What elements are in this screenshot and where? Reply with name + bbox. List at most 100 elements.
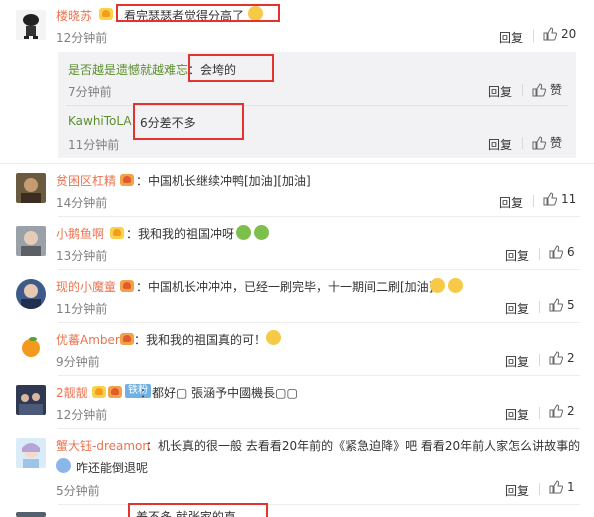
comment-time: 9分钟前	[56, 355, 100, 369]
thumbs-up-icon	[543, 192, 557, 206]
like-button[interactable]: 20	[543, 27, 576, 41]
thumbs-up-icon	[549, 298, 563, 312]
like-button[interactable]: 2	[549, 351, 575, 365]
comment-time: 14分钟前	[56, 196, 108, 210]
like-count: 2	[567, 351, 575, 365]
reply-button[interactable]: 回复	[505, 300, 529, 317]
avatar[interactable]	[16, 438, 46, 468]
action-separator	[539, 483, 540, 495]
thumbs-up-icon	[549, 404, 563, 418]
avatar[interactable]	[16, 10, 46, 40]
action-separator	[539, 354, 540, 366]
orange-fruit-icon	[16, 332, 46, 362]
comment-username[interactable]: 小鹅鱼啊	[56, 225, 104, 242]
like-button[interactable]: 11	[543, 192, 576, 206]
comment-text-partial: 差不多 就张家的直	[136, 510, 236, 517]
comment-time: 12分钟前	[56, 408, 108, 422]
action-separator	[533, 30, 534, 42]
action-separator	[539, 407, 540, 419]
thumbs-up-icon	[543, 27, 557, 41]
avatar-anime-icon	[16, 438, 46, 468]
avatar[interactable]	[16, 279, 46, 309]
like-button[interactable]: 1	[549, 480, 575, 494]
member-badge-icon	[120, 280, 134, 292]
like-button[interactable]: 赞	[532, 134, 562, 151]
reply-button[interactable]: 回复	[488, 136, 512, 153]
reply-button[interactable]: 回复	[505, 482, 529, 499]
thumbs-up-icon	[549, 351, 563, 365]
reply-button[interactable]: 回复	[499, 194, 523, 211]
emoji-icon	[236, 225, 251, 240]
avatar[interactable]	[16, 385, 46, 415]
avatar[interactable]	[16, 512, 46, 517]
avatar[interactable]	[16, 173, 46, 203]
victory-emoji-icon	[448, 278, 463, 293]
thumbs-up-icon	[532, 82, 546, 96]
like-button[interactable]: 6	[549, 245, 575, 259]
reply-button[interactable]: 回复	[505, 406, 529, 423]
avatar[interactable]	[16, 226, 46, 256]
avatar[interactable]	[16, 332, 46, 362]
comment-divider	[0, 163, 594, 164]
like-count: 2	[567, 404, 575, 418]
comment-username[interactable]: 贫困区杠精	[56, 172, 116, 189]
vip-badge-icon	[110, 227, 124, 239]
reply-button[interactable]: 回复	[499, 29, 523, 46]
victory-emoji-icon	[430, 278, 445, 293]
avatar-portrait-icon	[16, 279, 46, 309]
reply-button[interactable]: 回复	[505, 353, 529, 370]
comment-divider	[58, 216, 580, 217]
like-count: 1	[567, 480, 575, 494]
thumbs-up-icon	[549, 245, 563, 259]
action-separator	[539, 248, 540, 260]
comment-item: 楼晓苏 看完瑟瑟者觉得分高了 12分钟前 回复 20 是否越是遗憾就越难忘 ： …	[0, 0, 594, 165]
comment-text: ：机长真的很一般 去看看20年前的《紧急迫降》吧 看看20年前人家怎么讲故事的	[146, 439, 581, 453]
avatar-portrait-icon	[16, 512, 46, 517]
reply-button[interactable]: 回复	[488, 83, 512, 100]
emoji-icon	[56, 458, 71, 473]
comment-username[interactable]: 2靓靓	[56, 384, 88, 401]
action-separator	[539, 301, 540, 313]
like-button[interactable]: 赞	[532, 81, 562, 98]
thumbs-up-icon	[549, 480, 563, 494]
highlight-box	[188, 54, 274, 82]
reply-time: 11分钟前	[68, 138, 120, 152]
highlight-box	[133, 103, 244, 140]
comment-username[interactable]: 优蕃Amber	[56, 331, 120, 348]
avatar-figure-icon	[16, 10, 46, 40]
reply-username[interactable]: 是否越是遗憾就越难忘	[68, 61, 188, 78]
thumbs-up-icon	[532, 135, 546, 149]
comment-divider	[58, 269, 580, 270]
like-count: 20	[561, 27, 577, 41]
like-count: 11	[561, 192, 577, 206]
thumbs-up-emoji-icon	[266, 330, 281, 345]
member-badge-icon	[108, 386, 122, 398]
avatar-group-photo-icon	[16, 385, 46, 415]
like-count: 5	[567, 298, 575, 312]
comment-text-continued: 咋还能倒退呢	[76, 461, 149, 475]
comment-text: ：中国机长继续冲鸭[加油][加油]	[136, 174, 311, 188]
like-label: 赞	[550, 83, 563, 97]
member-badge-icon	[120, 333, 134, 345]
comment-time: 12分钟前	[56, 31, 108, 45]
comment-username[interactable]: 楼晓苏	[56, 7, 92, 24]
comment-text: ：我和我的祖国冲呀	[126, 227, 235, 241]
comment-username[interactable]: 蟹大钰-dreamon	[56, 437, 150, 454]
like-count: 6	[567, 245, 575, 259]
comment-time: 5分钟前	[56, 484, 100, 498]
comment-divider	[58, 375, 580, 376]
reply-username[interactable]: KawhiToLA	[68, 114, 132, 128]
comment-divider	[58, 428, 580, 429]
action-separator	[522, 137, 523, 149]
comment-username[interactable]: 现的小魔童	[56, 278, 116, 295]
highlight-box	[116, 4, 280, 22]
like-label: 赞	[550, 136, 563, 150]
reply-button[interactable]: 回复	[505, 247, 529, 264]
action-separator	[533, 195, 534, 207]
emoji-icon	[254, 225, 269, 240]
vip-badge-icon	[99, 8, 113, 20]
comment-time: 11分钟前	[56, 302, 108, 316]
like-button[interactable]: 5	[549, 298, 575, 312]
member-badge-icon	[120, 174, 134, 186]
like-button[interactable]: 2	[549, 404, 575, 418]
